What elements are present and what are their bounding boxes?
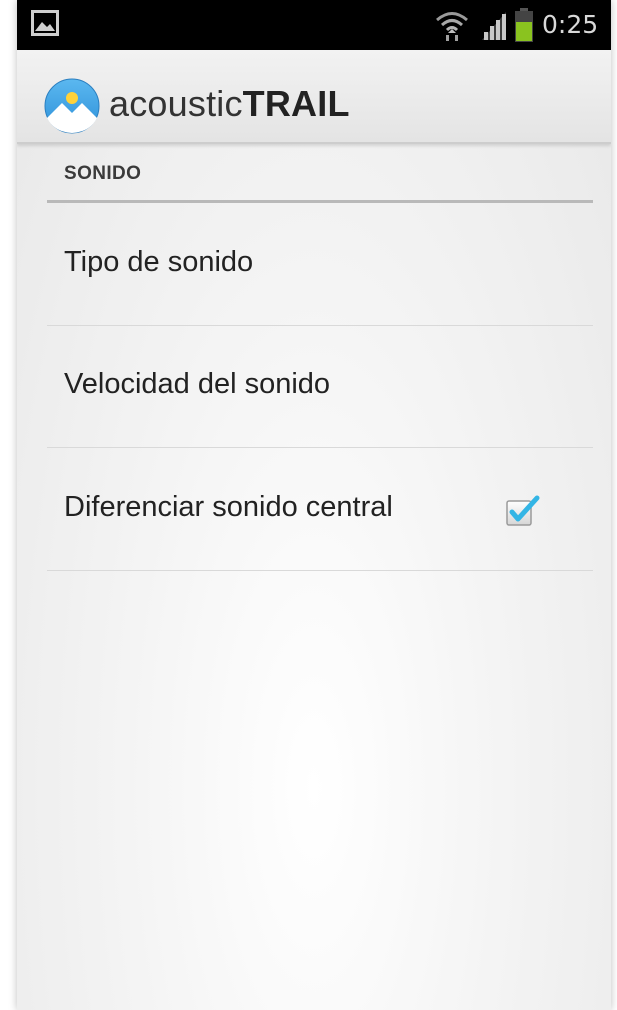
status-bar: 0:25 bbox=[17, 0, 611, 50]
app-title-bold: TRAIL bbox=[242, 83, 350, 124]
pref-tipo-de-sonido[interactable]: Tipo de sonido bbox=[47, 204, 593, 326]
checkbox-checked-icon[interactable] bbox=[504, 493, 540, 529]
gallery-icon bbox=[31, 10, 59, 36]
section-header: SONIDO bbox=[47, 158, 593, 203]
app-logo-icon[interactable] bbox=[44, 78, 100, 134]
section-title: SONIDO bbox=[64, 163, 142, 184]
wifi-icon bbox=[436, 12, 468, 41]
pref-label: Tipo de sonido bbox=[64, 246, 254, 278]
signal-icon bbox=[482, 12, 506, 40]
pref-label: Diferenciar sonido central bbox=[64, 491, 393, 523]
status-time: 0:25 bbox=[542, 10, 599, 39]
app-title-light: acoustic bbox=[109, 83, 243, 124]
pref-label: Velocidad del sonido bbox=[64, 368, 331, 400]
battery-icon bbox=[515, 8, 533, 42]
pref-diferenciar-sonido-central[interactable]: Diferenciar sonido central bbox=[47, 449, 593, 571]
pref-velocidad-del-sonido[interactable]: Velocidad del sonido bbox=[47, 326, 593, 448]
device-screen: 0:25 acousticTRAIL SONIDO Tipo de sonido… bbox=[17, 0, 611, 1010]
action-bar: acousticTRAIL bbox=[17, 50, 611, 144]
app-title: acousticTRAIL bbox=[109, 82, 350, 126]
